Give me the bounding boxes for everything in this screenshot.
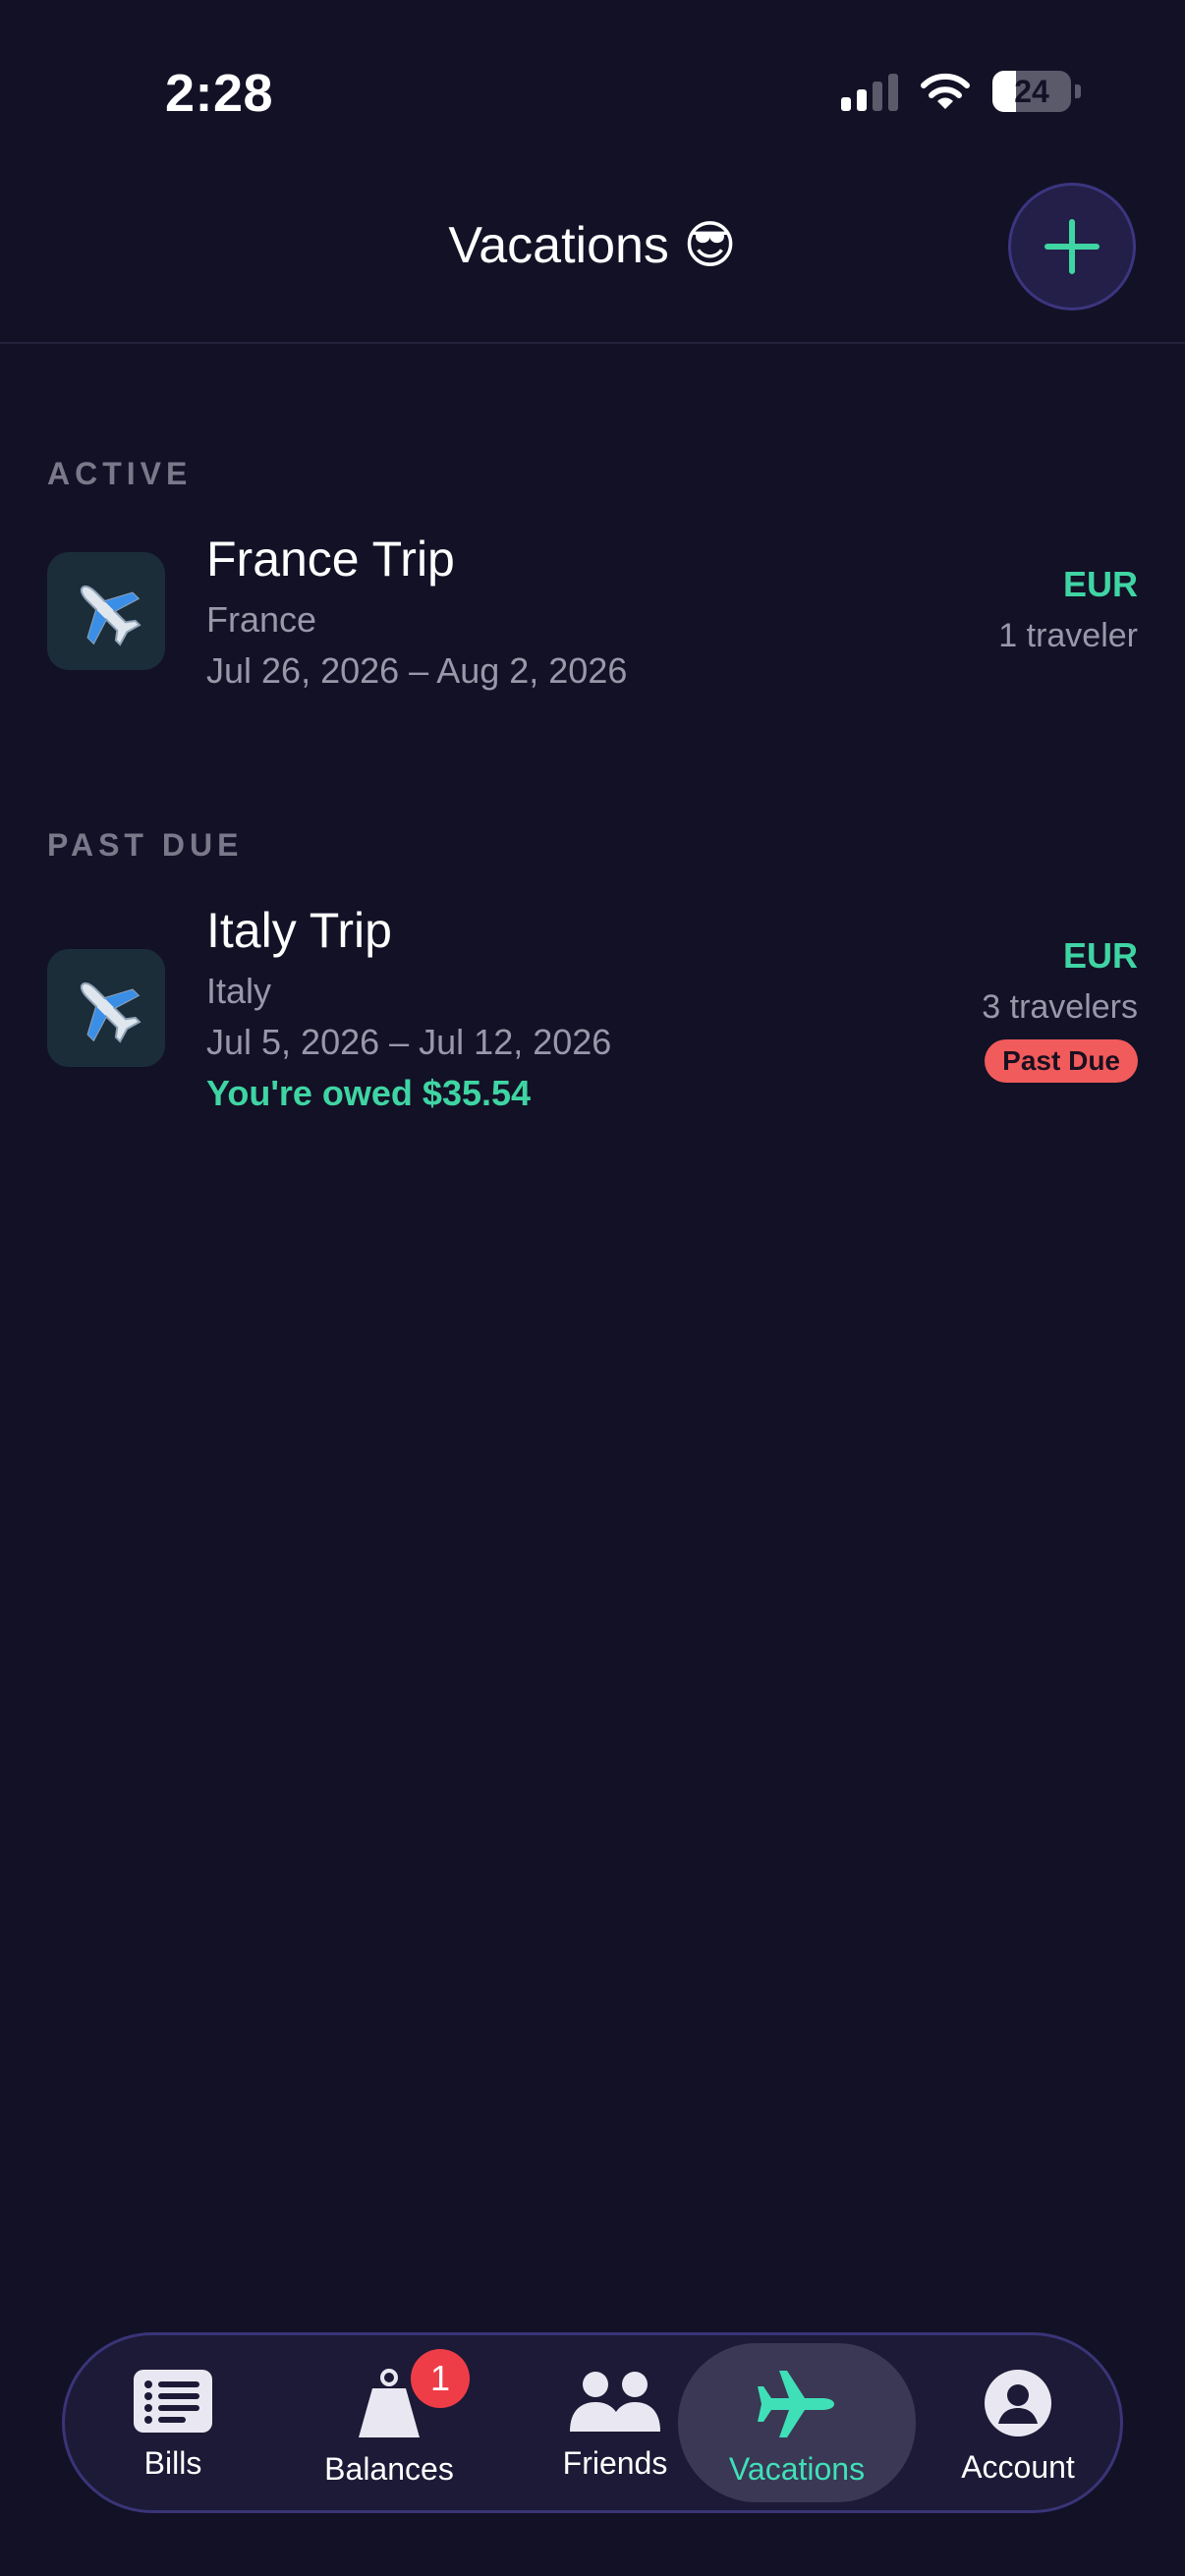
section-label-active: ACTIVE (47, 456, 193, 491)
trip-country: Italy (206, 971, 272, 1011)
trip-name: Italy Trip (206, 903, 392, 958)
person-icon (985, 2370, 1051, 2436)
list-icon (134, 2370, 212, 2433)
tab-label: Friends (562, 2445, 668, 2481)
tab-label: Balances (324, 2451, 454, 2487)
cellular-signal-icon (841, 72, 898, 111)
trip-travelers: 3 travelers (982, 988, 1138, 1026)
wifi-icon (921, 73, 970, 109)
airplane-icon (758, 2371, 834, 2437)
people-icon (570, 2372, 660, 2432)
trip-travelers: 1 traveler (998, 617, 1138, 654)
tab-bills[interactable]: Bills (104, 2343, 242, 2502)
balances-notification-badge: 1 (411, 2349, 470, 2408)
trip-row-italy[interactable]: Italy Trip Italy Jul 5, 2026 – Jul 12, 2… (47, 902, 1138, 1118)
bottom-tab-bar: Bills Balances 1 Friends Vacations Accou… (62, 2332, 1123, 2513)
tab-label: Account (961, 2449, 1075, 2485)
tab-label: Vacations (728, 2451, 866, 2487)
trip-owed-amount: You're owed $35.54 (206, 1073, 532, 1113)
header-divider (0, 342, 1185, 344)
trip-name: France Trip (206, 532, 455, 587)
plus-icon (1044, 219, 1100, 274)
trip-country: France (206, 599, 317, 640)
tab-vacations[interactable]: Vacations (678, 2343, 916, 2502)
airplane-icon (47, 949, 165, 1067)
tab-account[interactable]: Account (939, 2343, 1097, 2502)
trip-row-france[interactable]: France Trip France Jul 26, 2026 – Aug 2,… (47, 531, 1138, 698)
tab-label: Bills (143, 2445, 202, 2481)
vacations-screen: 2:28 24 Vacations 😎 ACTIVE France Trip F… (0, 0, 1185, 2576)
trip-dates: Jul 5, 2026 – Jul 12, 2026 (206, 1022, 612, 1062)
airplane-icon (47, 552, 165, 670)
trip-dates: Jul 26, 2026 – Aug 2, 2026 (206, 650, 628, 691)
trip-currency: EUR (1062, 564, 1138, 604)
past-due-badge: Past Due (985, 1039, 1138, 1083)
tab-friends[interactable]: Friends (527, 2343, 704, 2502)
battery-icon: 24 (992, 71, 1071, 112)
section-label-past-due: PAST DUE (47, 827, 244, 863)
trip-currency: EUR (1062, 935, 1138, 976)
status-time: 2:28 (165, 64, 274, 123)
add-vacation-button[interactable] (1008, 183, 1136, 310)
status-icons: 24 (841, 71, 1081, 112)
battery-level: 24 (1014, 73, 1049, 109)
